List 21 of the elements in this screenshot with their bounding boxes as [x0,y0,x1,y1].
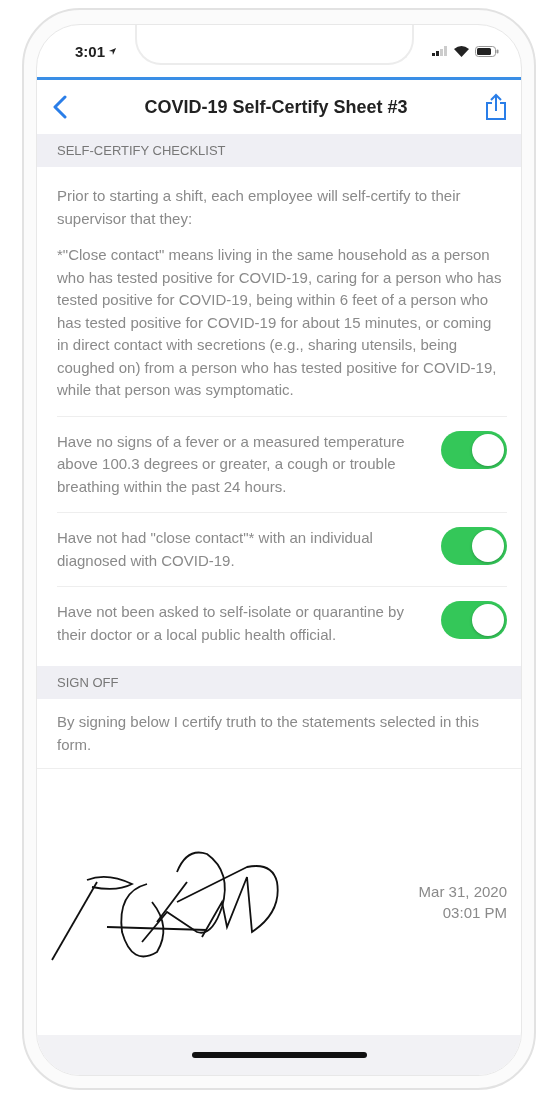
share-icon[interactable] [485,93,507,121]
toggle-switch[interactable] [441,601,507,639]
wifi-icon [454,45,469,57]
section-header: SIGN OFF [37,666,521,699]
battery-icon [475,45,499,57]
toggle-switch[interactable] [441,527,507,565]
toggle-switch[interactable] [441,430,507,469]
screen-title: COVID-19 Self-Certify Sheet #3 [143,96,409,118]
back-chevron-icon[interactable] [53,95,67,119]
sign-off-statement: By signing below I certify truth to the statements selected in this form. [57,712,480,755]
section-header: SELF-CERTIFY CHECKLIST [37,134,521,167]
intro-text: Prior to starting a shift, each employee will self-certify to their supervisor that they: [57,186,462,229]
signed-date: Mar 31, 2020 [418,882,507,902]
checklist-item-text: Have no signs of a fever or a measured temperature above 100.3 degrees or greater, a cough or trouble breathing within the past 24 hours. [57,431,406,497]
location-arrow-icon [108,46,118,56]
checklist-item-text: Have not been asked to self-isolate or quarantine by their doctor or a local public health official. [57,602,405,645]
status-time: 3:01 [75,42,106,60]
checklist-item-text: Have not had "close contact"* with an individual diagnosed with COVID-19. [57,528,374,571]
signal-icon [432,46,448,56]
signed-time: 03:01 PM [442,903,507,923]
footnote-text: *"Close contact" means living in the same household as a person who has tested positive for COVID-19, caring for a person who has tested positive for COVID-19, being within 6 feet of a person who has tested positive for COVID-19 for about 15 minutes, or coming in direct contact with secretions (e.g., sharing utensils, being coughed on) from a person who has tested positive for COVID-19, while that person was symptomatic. [57,245,503,400]
